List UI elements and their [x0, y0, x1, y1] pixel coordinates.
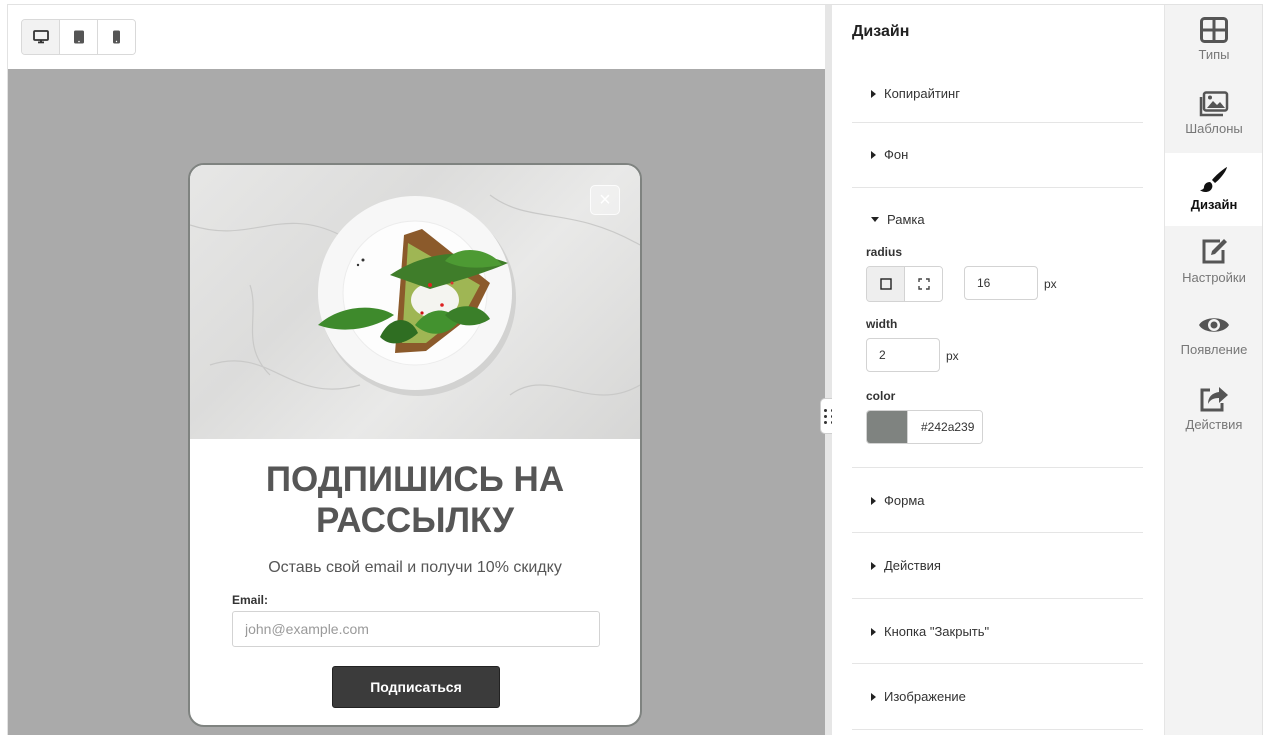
- section-copywriting: Копирайтинг: [852, 57, 1143, 123]
- section-image-toggle[interactable]: Изображение: [871, 689, 966, 704]
- nav-item-types[interactable]: Типы: [1165, 5, 1262, 78]
- radius-all-button[interactable]: [867, 267, 905, 301]
- section-background-toggle[interactable]: Фон: [871, 147, 908, 162]
- section-background-label: Фон: [884, 147, 909, 162]
- radius-mode-switcher: [866, 266, 943, 302]
- design-panel: Дизайн Копирайтинг Фон Рамка radius 16 p…: [832, 5, 1164, 735]
- eye-icon: [1199, 318, 1229, 332]
- nav-label: Действия: [1185, 417, 1243, 432]
- preview-canvas: × ПОДПИШИСЬ НА РАССЫЛКУ Оставь свой emai…: [8, 69, 825, 735]
- nav-item-actions[interactable]: Действия: [1165, 373, 1262, 446]
- section-actions-toggle[interactable]: Действия: [871, 558, 941, 573]
- color-input[interactable]: [907, 411, 982, 443]
- nav-item-appearance[interactable]: Появление: [1165, 300, 1262, 373]
- caret-right-icon: [871, 692, 876, 701]
- mobile-icon: [113, 30, 120, 44]
- nav-item-design[interactable]: Дизайн: [1165, 153, 1262, 226]
- width-input[interactable]: [866, 338, 940, 372]
- color-picker: [866, 410, 983, 444]
- popup-close-button[interactable]: ×: [590, 185, 620, 215]
- section-frame-toggle[interactable]: Рамка: [871, 212, 925, 227]
- desktop-icon: [32, 30, 49, 44]
- nav-label: Дизайн: [1190, 197, 1238, 212]
- caret-right-icon: [871, 627, 876, 636]
- caret-down-icon: [871, 217, 879, 222]
- section-actions: Действия: [852, 532, 1143, 599]
- square-icon: [879, 278, 892, 290]
- caret-right-icon: [871, 150, 876, 159]
- grid-icon: [1200, 17, 1228, 43]
- corners-icon: [917, 278, 930, 290]
- section-image-label: Изображение: [884, 689, 966, 704]
- nav-item-templates[interactable]: Шаблоны: [1165, 79, 1262, 152]
- brush-icon: [1200, 167, 1227, 193]
- nav-item-settings[interactable]: Настройки: [1165, 226, 1262, 299]
- popup-title: ПОДПИШИСЬ НА РАССЫЛКУ: [265, 460, 565, 540]
- width-label: width: [866, 317, 898, 331]
- nav-label: Шаблоны: [1185, 121, 1243, 136]
- section-image: Изображение: [852, 663, 1143, 730]
- section-form: Форма: [852, 467, 1143, 533]
- section-copywriting-label: Копирайтинг: [884, 86, 960, 101]
- section-close-button-toggle[interactable]: Кнопка "Закрыть": [871, 624, 989, 639]
- section-copywriting-toggle[interactable]: Копирайтинг: [871, 86, 960, 101]
- popup-image: ×: [190, 165, 640, 439]
- images-icon: [1199, 91, 1229, 117]
- app-window: × ПОДПИШИСЬ НА РАССЫЛКУ Оставь свой emai…: [7, 4, 1263, 735]
- section-actions-label: Действия: [884, 558, 941, 573]
- preview-area: × ПОДПИШИСЬ НА РАССЫЛКУ Оставь свой emai…: [8, 5, 825, 735]
- color-label: color: [866, 389, 896, 403]
- device-switcher: [21, 19, 136, 55]
- tablet-icon: [73, 30, 84, 44]
- popup-subtitle: Оставь свой email и получи 10% скидку: [268, 559, 562, 576]
- radius-input[interactable]: [964, 266, 1038, 300]
- radius-label: radius: [866, 245, 903, 259]
- desktop-view-button[interactable]: [22, 20, 60, 54]
- preview-toolbar: [8, 5, 825, 69]
- section-close-button-label: Кнопка "Закрыть": [884, 624, 990, 639]
- nav-label: Настройки: [1182, 270, 1246, 285]
- color-swatch[interactable]: [867, 411, 907, 443]
- radius-individual-button[interactable]: [905, 267, 942, 301]
- email-input[interactable]: [232, 611, 600, 647]
- share-icon: [1200, 387, 1228, 412]
- subscribe-button[interactable]: Подписаться: [332, 666, 500, 708]
- width-unit: px: [946, 349, 959, 363]
- nav-label: Типы: [1198, 47, 1230, 62]
- panel-splitter[interactable]: [825, 5, 832, 735]
- caret-right-icon: [871, 496, 876, 505]
- tablet-view-button[interactable]: [60, 20, 98, 54]
- nav-label: Появление: [1180, 342, 1248, 357]
- email-label: Email:: [232, 593, 269, 607]
- panel-title: Дизайн: [852, 23, 910, 40]
- mobile-view-button[interactable]: [98, 20, 135, 54]
- section-close-button: Кнопка "Закрыть": [852, 598, 1143, 664]
- caret-right-icon: [871, 89, 876, 98]
- radius-unit: px: [1044, 277, 1057, 291]
- popup-preview: × ПОДПИШИСЬ НА РАССЫЛКУ Оставь свой emai…: [188, 163, 642, 727]
- right-nav: Типы Шаблоны Дизайн Настройки Появление …: [1164, 5, 1262, 735]
- section-form-toggle[interactable]: Форма: [871, 493, 925, 508]
- caret-right-icon: [871, 561, 876, 570]
- section-form-label: Форма: [884, 493, 925, 508]
- section-background: Фон: [852, 122, 1143, 188]
- section-frame-label: Рамка: [887, 212, 925, 227]
- edit-icon: [1202, 239, 1227, 264]
- food-plate-illustration: [190, 194, 640, 396]
